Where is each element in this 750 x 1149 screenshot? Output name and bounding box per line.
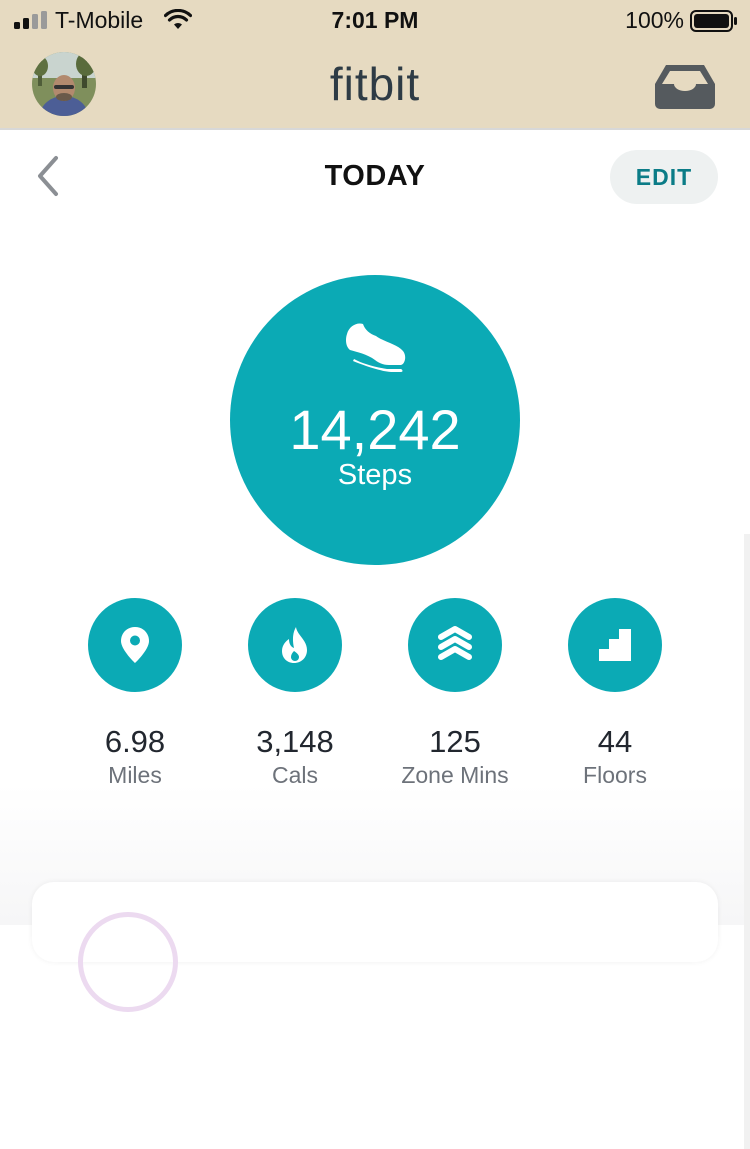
stat-icon-circle (568, 598, 662, 692)
steps-tile[interactable]: 14,242 Steps (230, 275, 520, 565)
zone-chevrons-icon (438, 626, 472, 660)
stat-icon-circle (408, 598, 502, 692)
stat-value: 125 (429, 724, 481, 759)
location-pin-icon (121, 627, 149, 663)
stat-value: 44 (597, 724, 633, 759)
app-header: T-Mobile 7:01 PM 100% fitbit (0, 0, 750, 128)
nav-bar: TODAY EDIT (0, 128, 750, 226)
stat-value: 6.98 (104, 724, 166, 759)
stat-label: Cals (271, 762, 318, 788)
stat-value: 3,148 (256, 724, 334, 759)
stat-icon-circle (248, 598, 342, 692)
stat-label: Zone Mins (401, 762, 509, 788)
inbox-icon[interactable] (654, 62, 716, 110)
steps-value: 14,242 (289, 398, 461, 461)
edit-button[interactable]: EDIT (610, 150, 718, 204)
fitbit-logo: fitbit (329, 58, 421, 110)
dashboard-content: 14,242 Steps 6.98 Miles 3,148 Cals 125 Z… (0, 224, 750, 1149)
status-bar: T-Mobile 7:01 PM 100% (0, 0, 750, 42)
steps-label: Steps (337, 459, 413, 491)
stat-icon-circle (88, 598, 182, 692)
stat-label: Miles (108, 762, 162, 788)
stairs-icon (599, 629, 631, 661)
next-dashboard-card[interactable] (32, 882, 718, 1012)
battery-icon (690, 10, 737, 32)
shoe-icon (346, 323, 406, 372)
progress-ring-icon (78, 912, 178, 1012)
stat-label: Floors (583, 762, 647, 788)
flame-icon (282, 627, 307, 663)
scrollbar[interactable] (744, 534, 750, 1149)
battery-percent: 100% (625, 7, 684, 33)
